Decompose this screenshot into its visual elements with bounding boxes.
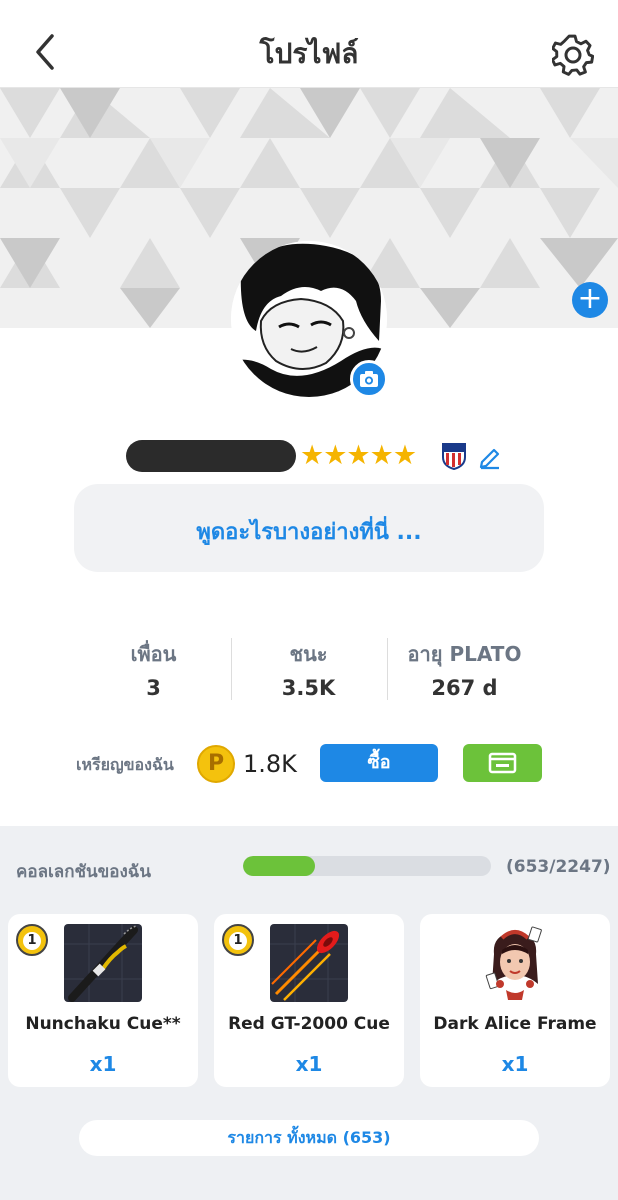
- coins-row: เหรียญของฉัน P 1.8K ซื้อ: [0, 742, 618, 786]
- buy-button[interactable]: ซื้อ: [320, 744, 438, 782]
- gear-icon[interactable]: [552, 34, 594, 76]
- stat-label: ชนะ: [289, 642, 328, 666]
- edit-icon[interactable]: [478, 446, 502, 470]
- page-title: โปรไฟล์: [259, 37, 359, 70]
- collection-progress-text: (653/2247): [506, 857, 611, 877]
- collection-card-nunchaku[interactable]: 1 Nunchaku Cue** x1: [8, 914, 198, 1087]
- stat-value: 267 d: [431, 676, 498, 700]
- item-quantity: x1: [89, 1052, 117, 1076]
- collection-title: คอลเลกชันของฉัน: [16, 862, 152, 882]
- status-input[interactable]: พูดอะไรบางอย่างที่นี่ ...: [74, 484, 544, 572]
- add-cover-button[interactable]: +: [572, 282, 608, 318]
- avatar-frame-thumbnail: [476, 924, 554, 1002]
- item-name: Nunchaku Cue**: [25, 1014, 181, 1034]
- username-redacted: [126, 440, 296, 472]
- coin-icon: P: [197, 745, 235, 783]
- stat-wins: ชนะ 3.5K: [231, 638, 386, 700]
- stat-friends[interactable]: เพื่อน 3: [76, 638, 231, 700]
- collection-section: คอลเลกชันของฉัน (653/2247) 1 Nunchaku Cu…: [0, 826, 618, 1200]
- camera-icon: [360, 371, 378, 387]
- wallet-button[interactable]: [463, 744, 542, 782]
- stat-label: เพื่อน: [130, 642, 177, 666]
- change-photo-button[interactable]: [350, 360, 388, 398]
- rating-stars: ★★★★★: [300, 440, 417, 471]
- item-quantity: x1: [295, 1052, 323, 1076]
- stat-plato-age: อายุ PLATO 267 d: [387, 638, 542, 700]
- cue-thumbnail: [270, 924, 348, 1002]
- shield-badge-icon: [442, 443, 466, 470]
- progress-fill: [243, 856, 315, 876]
- item-name: Dark Alice Frame: [433, 1014, 597, 1034]
- collection-progress-bar: [243, 856, 491, 876]
- name-row: ★★★★★: [124, 438, 524, 474]
- stat-label: อายุ PLATO: [407, 642, 522, 666]
- status-placeholder: พูดอะไรบางอย่างที่นี่ ...: [196, 520, 422, 545]
- pool-ball-badge-icon: 1: [222, 924, 254, 956]
- pool-ball-badge-icon: 1: [16, 924, 48, 956]
- coin-balance: 1.8K: [243, 750, 297, 778]
- stat-value: 3: [146, 676, 161, 700]
- stat-value: 3.5K: [281, 676, 336, 700]
- cue-thumbnail: [64, 924, 142, 1002]
- coins-label: เหรียญของฉัน: [76, 755, 174, 774]
- view-all-button[interactable]: รายการ ทั้งหมด (653): [79, 1120, 539, 1156]
- top-bar: โปรไฟล์: [0, 0, 618, 88]
- item-name: Red GT-2000 Cue: [228, 1014, 390, 1034]
- collection-card-dark-alice[interactable]: Dark Alice Frame x1: [420, 914, 610, 1087]
- wallet-icon: [488, 752, 517, 774]
- item-quantity: x1: [501, 1052, 529, 1076]
- collection-card-red-gt[interactable]: 1 Red GT-2000 Cue x1: [214, 914, 404, 1087]
- stats-panel: เพื่อน 3 ชนะ 3.5K อายุ PLATO 267 d: [76, 638, 542, 700]
